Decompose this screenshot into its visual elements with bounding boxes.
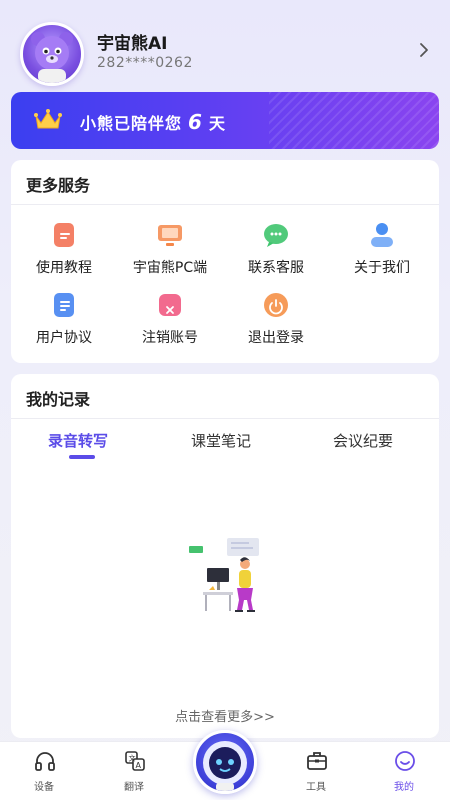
my-records-card: 我的记录 录音转写 课堂笔记 会议纪要 点击查看更多>>	[11, 374, 439, 738]
service-label: 联系客服	[248, 260, 304, 276]
banner-prefix: 小熊已陪伴您	[80, 114, 183, 133]
translate-icon: 文 A	[125, 751, 145, 771]
nav-item-tools[interactable]: 工具	[286, 748, 346, 796]
service-label: 宇宙熊PC端	[132, 260, 208, 276]
headphones-icon	[35, 752, 55, 771]
nav-item-devices[interactable]: 设备	[14, 748, 74, 796]
center-assistant-button[interactable]	[193, 730, 257, 794]
banner-text: 小熊已陪伴您 6 天	[80, 110, 226, 134]
service-contact-support[interactable]: 联系客服	[223, 222, 329, 282]
banner-days: 6	[188, 110, 203, 134]
logout-icon	[264, 293, 288, 317]
avatar[interactable]	[20, 22, 84, 86]
tab-meeting-minutes[interactable]: 会议纪要	[333, 430, 393, 451]
nav-label: 工具	[306, 782, 326, 793]
chevron-right-icon[interactable]	[416, 40, 432, 60]
service-label: 退出登录	[248, 330, 304, 346]
records-title: 我的记录	[26, 390, 91, 409]
smiley-icon	[395, 751, 415, 771]
companion-days-banner: 小熊已陪伴您 6 天	[11, 92, 439, 149]
nav-item-translate[interactable]: 文 A 翻译	[104, 748, 164, 796]
phone-number: 282****0262	[97, 55, 193, 71]
service-label: 注销账号	[142, 330, 198, 346]
divider	[11, 418, 439, 419]
service-pc-client[interactable]: 宇宙熊PC端	[117, 222, 223, 282]
service-label: 关于我们	[354, 260, 410, 276]
banner-suffix: 天	[208, 114, 226, 133]
service-about-us[interactable]: 关于我们	[329, 222, 435, 282]
service-label: 使用教程	[36, 260, 92, 276]
delete-account-icon	[159, 294, 181, 316]
nav-label: 翻译	[124, 782, 144, 793]
customer-service-icon	[264, 224, 288, 247]
profile-header[interactable]: 宇宙熊AI 282****0262	[0, 0, 450, 90]
tab-recording-transcription[interactable]: 录音转写	[48, 430, 108, 451]
service-user-agreement[interactable]: 用户协议	[11, 292, 117, 352]
active-tab-indicator	[69, 455, 95, 459]
about-us-icon	[371, 223, 393, 247]
tutorial-icon	[54, 223, 74, 247]
nav-label: 设备	[34, 782, 54, 793]
service-label: 用户协议	[36, 330, 92, 346]
astronaut-bear-icon	[203, 741, 247, 791]
svg-text:文: 文	[129, 754, 136, 763]
service-logout[interactable]: 退出登录	[223, 292, 329, 352]
bear-astronaut-icon	[31, 32, 73, 83]
crown-icon	[34, 109, 62, 129]
see-more-link[interactable]: 点击查看更多>>	[11, 706, 439, 725]
toolbox-icon	[307, 752, 327, 770]
nav-item-mine[interactable]: 我的	[374, 748, 434, 796]
tab-class-notes[interactable]: 课堂笔记	[191, 430, 251, 451]
empty-state-illustration	[189, 538, 259, 612]
divider	[11, 204, 439, 205]
user-agreement-icon	[54, 293, 74, 317]
pc-client-icon	[158, 225, 182, 246]
nav-label: 我的	[394, 782, 414, 793]
service-delete-account[interactable]: 注销账号	[117, 292, 223, 352]
services-title: 更多服务	[26, 176, 91, 195]
svg-text:A: A	[136, 761, 142, 770]
service-tutorial[interactable]: 使用教程	[11, 222, 117, 282]
username: 宇宙熊AI	[97, 34, 168, 54]
more-services-card: 更多服务 使用教程 宇宙熊PC端 联系客服 关于我们 用户协议 注销账号 退出登…	[11, 160, 439, 363]
